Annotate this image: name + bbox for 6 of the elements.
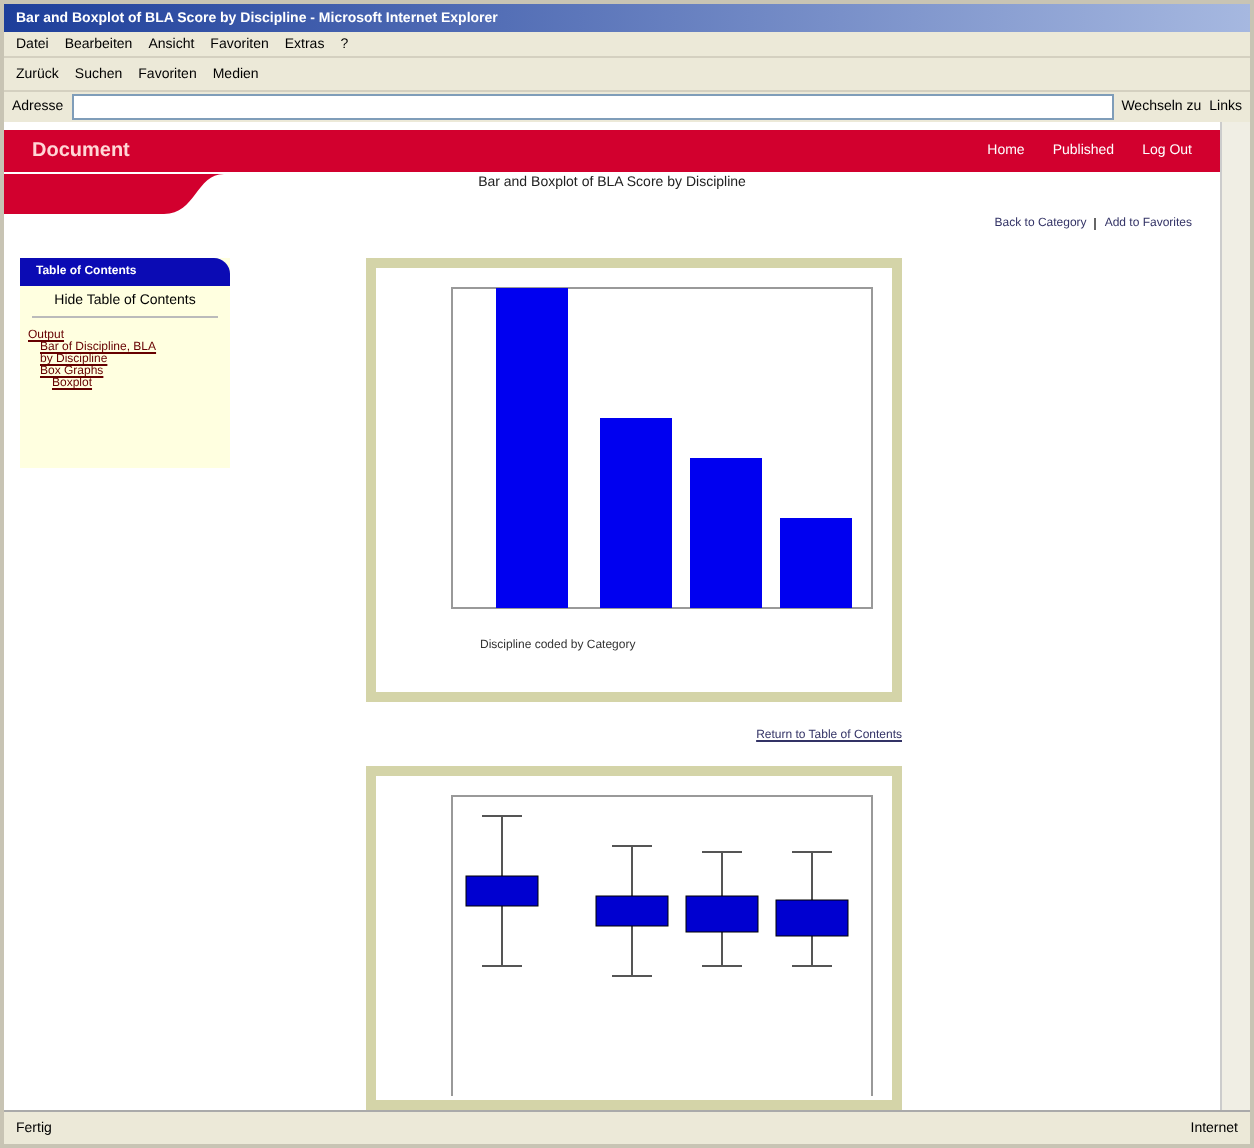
box-whisker: [775, 851, 849, 967]
brand-logo: Document: [32, 140, 130, 162]
box-whisker: [685, 851, 759, 967]
box-whisker: [595, 845, 669, 977]
bar: [780, 518, 852, 608]
scrollbar[interactable]: [1220, 122, 1250, 1110]
